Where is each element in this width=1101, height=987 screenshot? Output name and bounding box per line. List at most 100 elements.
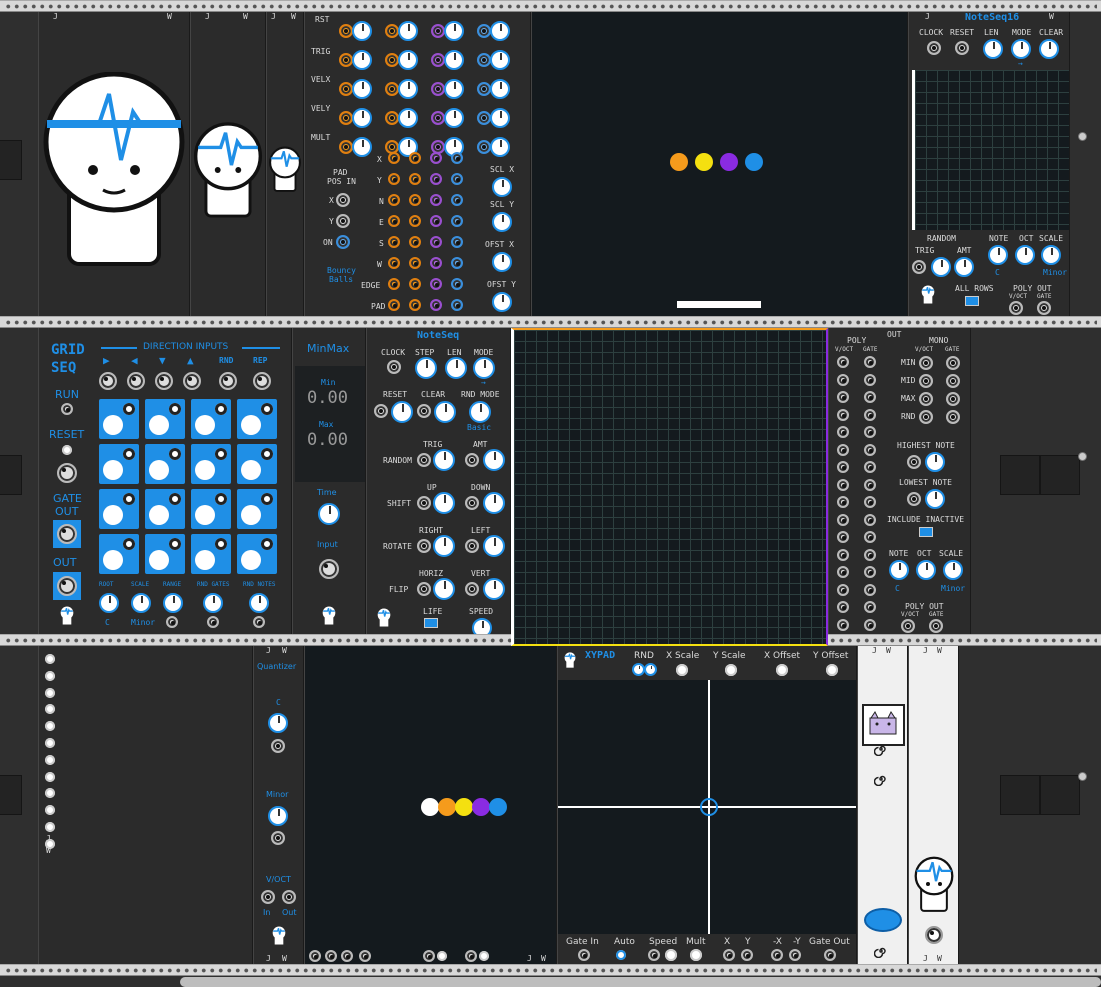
highest-note-input[interactable] [907, 455, 921, 469]
step-pad[interactable] [191, 489, 231, 529]
life-speed-knob[interactable] [472, 618, 492, 634]
ball3-y-input[interactable] [430, 173, 442, 185]
poly-voct-output-16[interactable] [837, 618, 849, 631]
output-4[interactable] [359, 950, 371, 962]
poly-voct-output-10[interactable] [837, 513, 849, 526]
ball2-y-input[interactable] [409, 173, 421, 185]
reset-button[interactable] [391, 401, 413, 423]
flip-horiz-input[interactable] [417, 582, 431, 596]
octave-knob[interactable] [1015, 245, 1035, 265]
ball2-velx-input[interactable] [385, 82, 399, 96]
ball4-s-input[interactable] [451, 236, 463, 248]
random-amount-knob[interactable] [483, 449, 505, 471]
ball3-rst-input[interactable] [431, 24, 445, 38]
ball1-vely-input[interactable] [339, 111, 353, 125]
poly-voct-output-11[interactable] [837, 531, 849, 543]
ball1-vely-knob[interactable] [352, 108, 372, 128]
pad-on-input[interactable] [336, 235, 350, 249]
random-notes-button[interactable] [249, 593, 269, 613]
ball1-y-input[interactable] [388, 173, 400, 185]
max-gate-output[interactable] [946, 392, 960, 406]
output-8[interactable] [479, 951, 489, 961]
ball4-velx-input[interactable] [477, 82, 491, 96]
step-pad[interactable] [99, 534, 139, 574]
rotate-right-input[interactable] [417, 539, 431, 553]
ball4-vely-knob[interactable] [490, 108, 510, 128]
output-3[interactable] [341, 950, 353, 962]
ball3-edge-input[interactable] [430, 278, 442, 290]
voct-output[interactable] [57, 576, 77, 596]
pad-x-input[interactable] [336, 193, 350, 207]
random-notes-input[interactable] [253, 616, 265, 628]
random-button-2[interactable] [644, 663, 657, 676]
run-input[interactable] [61, 403, 73, 415]
scale-x-knob[interactable] [492, 177, 512, 197]
rnd-gate-output[interactable] [946, 410, 960, 424]
note-knob[interactable] [988, 245, 1008, 265]
octave-knob[interactable] [916, 560, 936, 580]
random-gates-input[interactable] [207, 616, 219, 628]
life-toggle[interactable] [424, 618, 438, 628]
voct-output[interactable] [282, 890, 296, 904]
xy-cursor[interactable] [700, 798, 718, 816]
input-jack[interactable] [319, 559, 339, 579]
ball3-trig-input[interactable] [431, 53, 445, 67]
ball2-vely-knob[interactable] [398, 108, 418, 128]
include-inactive-toggle[interactable] [919, 527, 933, 537]
ball3-rst-knob[interactable] [444, 21, 464, 41]
ball1-s-input[interactable] [388, 236, 400, 248]
gate-in-jack[interactable] [578, 949, 590, 961]
poly-gate-output-3[interactable] [864, 391, 876, 403]
reset-input[interactable] [955, 41, 969, 55]
poly-gate-output-2[interactable] [864, 373, 876, 386]
range-knob[interactable] [163, 593, 183, 613]
step-pad[interactable] [191, 534, 231, 574]
gate-out-jack[interactable] [824, 949, 836, 961]
random-trig-input[interactable] [417, 453, 431, 467]
ball2-vely-input[interactable] [385, 111, 399, 125]
rotate-right-button[interactable] [433, 535, 455, 557]
poly-voct-output-9[interactable] [837, 496, 849, 508]
min-voct-output[interactable] [919, 356, 933, 370]
scale-y-knob[interactable] [492, 212, 512, 232]
down-input[interactable] [155, 372, 173, 390]
ball4-pad-input[interactable] [451, 299, 463, 311]
root-knob[interactable] [99, 593, 119, 613]
poly-gate-output-15[interactable] [864, 601, 876, 613]
step-pad[interactable] [237, 444, 277, 484]
step-button[interactable] [415, 357, 437, 379]
scale-knob[interactable] [1041, 245, 1061, 265]
output-7[interactable] [465, 950, 477, 962]
ball4-edge-input[interactable] [451, 278, 463, 290]
ball3-w-input[interactable] [430, 257, 442, 269]
random-amount-knob[interactable] [954, 257, 974, 277]
ball2-pad-input[interactable] [409, 299, 421, 311]
ball3-pad-input[interactable] [430, 299, 442, 311]
gate-output[interactable] [57, 524, 77, 544]
clear-button[interactable] [434, 401, 456, 423]
offset-x-knob[interactable] [492, 252, 512, 272]
output-1[interactable] [309, 950, 321, 962]
rnd-voct-output[interactable] [919, 410, 933, 424]
offset-y-knob[interactable] [492, 292, 512, 312]
poly-voct-output-13[interactable] [837, 566, 849, 578]
ball2-trig-input[interactable] [385, 53, 399, 67]
ball1-e-input[interactable] [388, 215, 400, 227]
ball1-velx-knob[interactable] [352, 79, 372, 99]
mode-knob[interactable] [473, 357, 495, 379]
poly-gate-output-4[interactable] [864, 408, 876, 421]
gate-output[interactable] [1037, 301, 1051, 315]
root-knob[interactable] [268, 713, 288, 733]
poly-gate-output-12[interactable] [864, 548, 876, 561]
poly-voct-output-5[interactable] [837, 426, 849, 438]
step-pad[interactable] [99, 399, 139, 439]
y-offset-knob[interactable] [826, 664, 838, 676]
reset-button[interactable] [62, 445, 72, 455]
reset-input[interactable] [374, 404, 388, 418]
poly-gate-output-10[interactable] [864, 513, 876, 526]
shift-up-input[interactable] [417, 496, 431, 510]
ball1-rst-knob[interactable] [352, 21, 372, 41]
left-input[interactable] [127, 372, 145, 390]
neg-y-output[interactable] [789, 949, 801, 961]
ball4-rst-input[interactable] [477, 24, 491, 38]
